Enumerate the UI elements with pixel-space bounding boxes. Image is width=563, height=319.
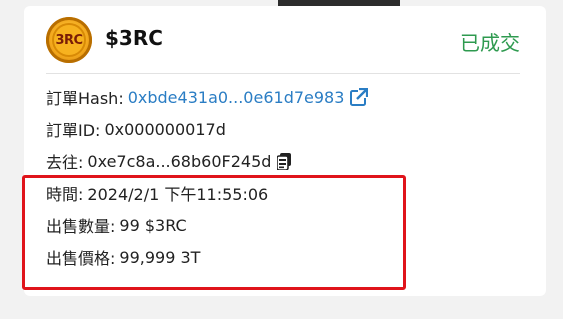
order-hash-link[interactable]: 0xbde431a0...0e61d7e983 [128,88,345,107]
order-hash-row: 訂單Hash: 0xbde431a0...0e61d7e983 [46,86,369,108]
order-id-row: 訂單ID: 0x000000017d [46,118,226,141]
coin-logo-text: 3RC [52,23,86,57]
order-id-label: 訂單ID: [46,121,101,140]
order-id-value: 0x000000017d [104,119,226,139]
destination-row: 去往: 0xe7c8a...68b60F245d [46,150,292,172]
destination-address: 0xe7c8a...68b60F245d [87,151,272,171]
divider [46,73,520,74]
destination-label: 去往: [46,153,84,172]
coin-logo: 3RC [46,17,92,63]
status-badge: 已成交 [460,31,520,55]
external-link-icon[interactable] [350,88,369,106]
copy-icon[interactable] [277,152,292,170]
token-name: $3RC [105,26,163,50]
order-hash-label: 訂單Hash: [46,89,124,108]
highlight-box [22,175,406,290]
